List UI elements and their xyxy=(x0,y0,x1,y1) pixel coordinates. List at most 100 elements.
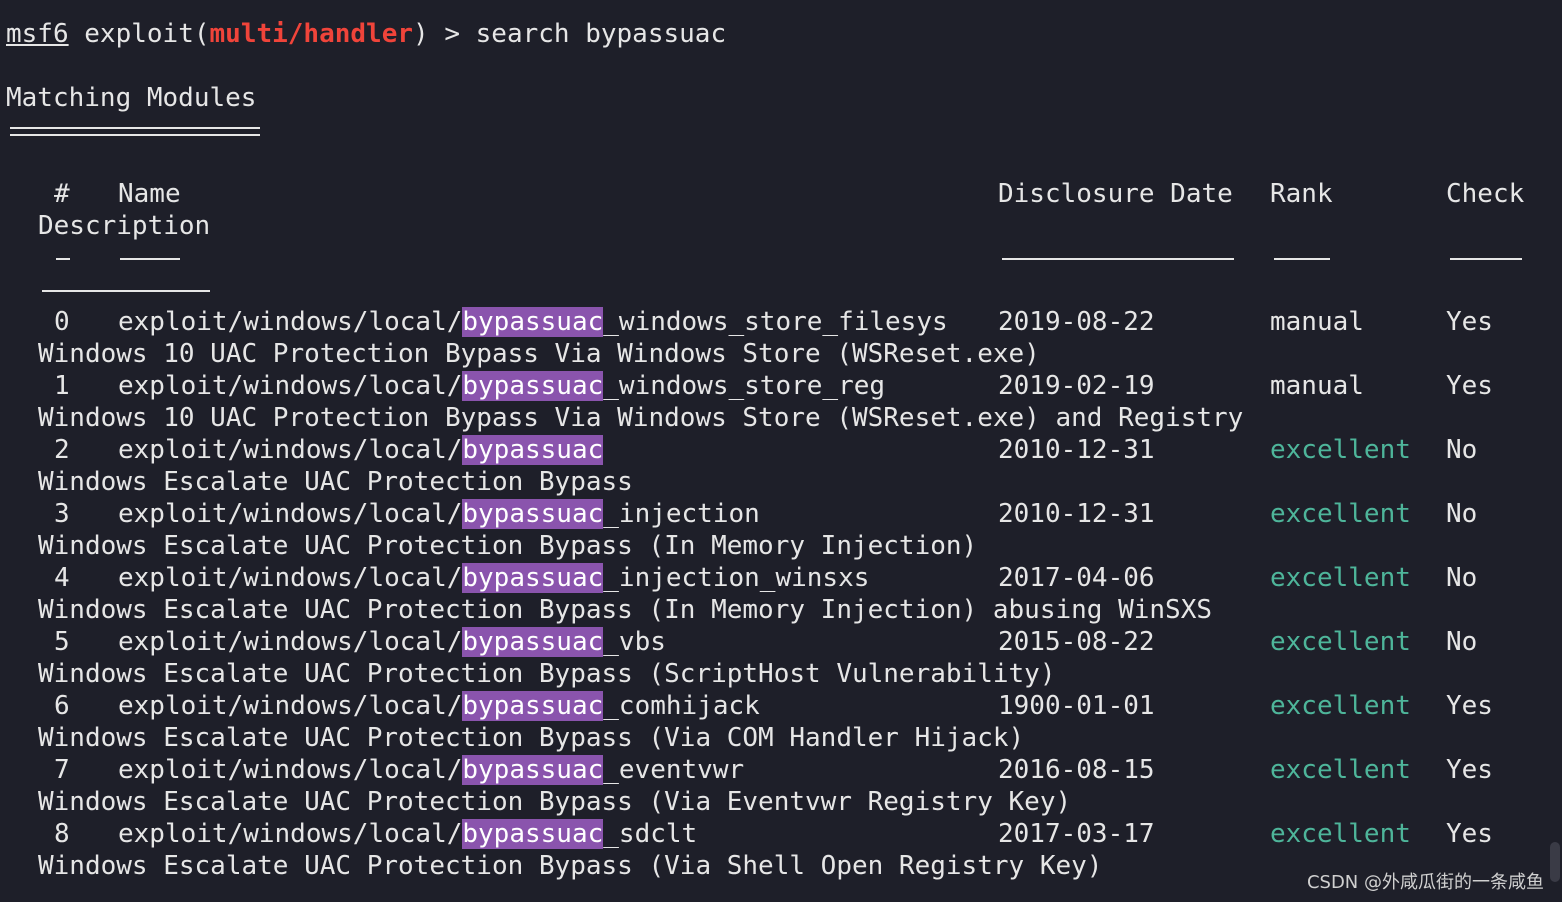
col-header-num: # xyxy=(54,179,70,209)
module-date: 2017-04-06 xyxy=(998,563,1155,593)
module-num: 6 xyxy=(54,691,70,721)
search-match-highlight: bypassuac xyxy=(462,499,604,529)
module-path-suffix: _injection xyxy=(603,499,760,529)
module-name: exploit/windows/local/bypassuac_windows_… xyxy=(118,306,948,338)
module-path-prefix: exploit/windows/local/ xyxy=(118,563,463,593)
rule-name xyxy=(120,258,180,260)
module-path-prefix: exploit/windows/local/ xyxy=(118,371,463,401)
module-name: exploit/windows/local/bypassuac_injectio… xyxy=(118,562,869,594)
module-date: 2019-02-19 xyxy=(998,371,1155,401)
module-path-suffix: _windows_store_reg xyxy=(603,371,886,401)
prompt-pre: exploit( xyxy=(68,19,210,49)
module-rank: excellent xyxy=(1270,499,1411,529)
module-path-prefix: exploit/windows/local/ xyxy=(118,627,463,657)
rule-check xyxy=(1450,258,1522,260)
module-description: Windows Escalate UAC Protection Bypass (… xyxy=(38,787,1072,817)
module-description: Windows Escalate UAC Protection Bypass (… xyxy=(38,851,1103,881)
module-path-suffix: _injection_winsxs xyxy=(603,563,870,593)
module-description: Windows 10 UAC Protection Bypass Via Win… xyxy=(38,403,1244,433)
search-match-highlight: bypassuac xyxy=(462,435,604,465)
module-date: 1900-01-01 xyxy=(998,691,1155,721)
command-text: search bypassuac xyxy=(475,19,727,49)
module-rank: excellent xyxy=(1270,755,1411,785)
module-date: 2016-08-15 xyxy=(998,755,1155,785)
module-date: 2015-08-22 xyxy=(998,627,1155,657)
module-rank: excellent xyxy=(1270,691,1411,721)
module-check: No xyxy=(1446,627,1478,657)
module-num: 3 xyxy=(54,499,70,529)
prompt-post: ) > xyxy=(413,19,476,49)
module-num: 7 xyxy=(54,755,70,785)
col-header-rank: Rank xyxy=(1270,179,1333,209)
module-rank: excellent xyxy=(1270,819,1411,849)
module-check: No xyxy=(1446,563,1478,593)
module-rank: excellent xyxy=(1270,627,1411,657)
module-check: No xyxy=(1446,499,1478,529)
module-check: Yes xyxy=(1446,755,1493,785)
module-num: 5 xyxy=(54,627,70,657)
module-num: 8 xyxy=(54,819,70,849)
module-path-prefix: exploit/windows/local/ xyxy=(118,435,463,465)
col-header-desc: Description xyxy=(38,211,211,241)
module-num: 0 xyxy=(54,307,70,337)
module-date: 2010-12-31 xyxy=(998,499,1155,529)
module-path-suffix: _sdclt xyxy=(603,819,698,849)
module-description: Windows Escalate UAC Protection Bypass (… xyxy=(38,723,1025,753)
terminal-window[interactable]: msf6 exploit(multi/handler) > search byp… xyxy=(0,0,1562,902)
module-path-suffix: _eventvwr xyxy=(603,755,745,785)
module-num: 4 xyxy=(54,563,70,593)
module-path-suffix: _windows_store_filesys xyxy=(603,307,948,337)
module-name: exploit/windows/local/bypassuac_comhijac… xyxy=(118,690,760,722)
prompt-app: msf6 xyxy=(6,19,69,49)
col-header-date: Disclosure Date xyxy=(998,179,1233,209)
module-check: Yes xyxy=(1446,691,1493,721)
module-name: exploit/windows/local/bypassuac_eventvwr xyxy=(118,754,744,786)
col-header-name: Name xyxy=(118,179,181,209)
module-path-prefix: exploit/windows/local/ xyxy=(118,819,463,849)
watermark: CSDN @外咸瓜街的一条咸鱼 xyxy=(1306,872,1544,893)
module-description: Windows 10 UAC Protection Bypass Via Win… xyxy=(38,339,1040,369)
module-description: Windows Escalate UAC Protection Bypass (… xyxy=(38,659,1056,689)
module-date: 2010-12-31 xyxy=(998,435,1155,465)
module-date: 2017-03-17 xyxy=(998,819,1155,849)
module-name: exploit/windows/local/bypassuac_vbs xyxy=(118,626,666,658)
rule-rank xyxy=(1274,258,1330,260)
module-rank: manual xyxy=(1270,371,1364,401)
search-match-highlight: bypassuac xyxy=(462,691,604,721)
module-name: exploit/windows/local/bypassuac_sdclt xyxy=(118,818,697,850)
module-check: No xyxy=(1446,435,1478,465)
search-match-highlight: bypassuac xyxy=(462,755,604,785)
scrollbar-thumb[interactable] xyxy=(1550,842,1560,882)
module-rank: manual xyxy=(1270,307,1364,337)
rule-num xyxy=(56,258,70,260)
module-check: Yes xyxy=(1446,307,1493,337)
module-description: Windows Escalate UAC Protection Bypass (… xyxy=(38,531,978,561)
module-path-prefix: exploit/windows/local/ xyxy=(118,499,463,529)
module-num: 2 xyxy=(54,435,70,465)
module-name: exploit/windows/local/bypassuac_injectio… xyxy=(118,498,760,530)
module-check: Yes xyxy=(1446,819,1493,849)
rule-desc xyxy=(42,290,210,292)
module-rank: excellent xyxy=(1270,563,1411,593)
rule-date xyxy=(1002,258,1234,260)
module-date: 2019-08-22 xyxy=(998,307,1155,337)
heading-double-rule xyxy=(10,127,260,136)
section-heading: Matching Modules xyxy=(6,83,257,113)
module-check: Yes xyxy=(1446,371,1493,401)
search-match-highlight: bypassuac xyxy=(462,563,604,593)
module-num: 1 xyxy=(54,371,70,401)
module-name: exploit/windows/local/bypassuac_windows_… xyxy=(118,370,885,402)
search-match-highlight: bypassuac xyxy=(462,307,604,337)
module-description: Windows Escalate UAC Protection Bypass xyxy=(38,467,633,497)
module-path-prefix: exploit/windows/local/ xyxy=(118,307,463,337)
col-header-check: Check xyxy=(1446,179,1525,209)
search-match-highlight: bypassuac xyxy=(462,627,604,657)
module-rank: excellent xyxy=(1270,435,1411,465)
module-description: Windows Escalate UAC Protection Bypass (… xyxy=(38,595,1212,625)
prompt-module: multi/handler xyxy=(209,19,414,49)
command-line: msf6 exploit(multi/handler) > search byp… xyxy=(6,18,726,50)
module-name: exploit/windows/local/bypassuac xyxy=(118,434,604,466)
module-path-prefix: exploit/windows/local/ xyxy=(118,691,463,721)
module-path-suffix: _vbs xyxy=(603,627,666,657)
module-path-prefix: exploit/windows/local/ xyxy=(118,755,463,785)
